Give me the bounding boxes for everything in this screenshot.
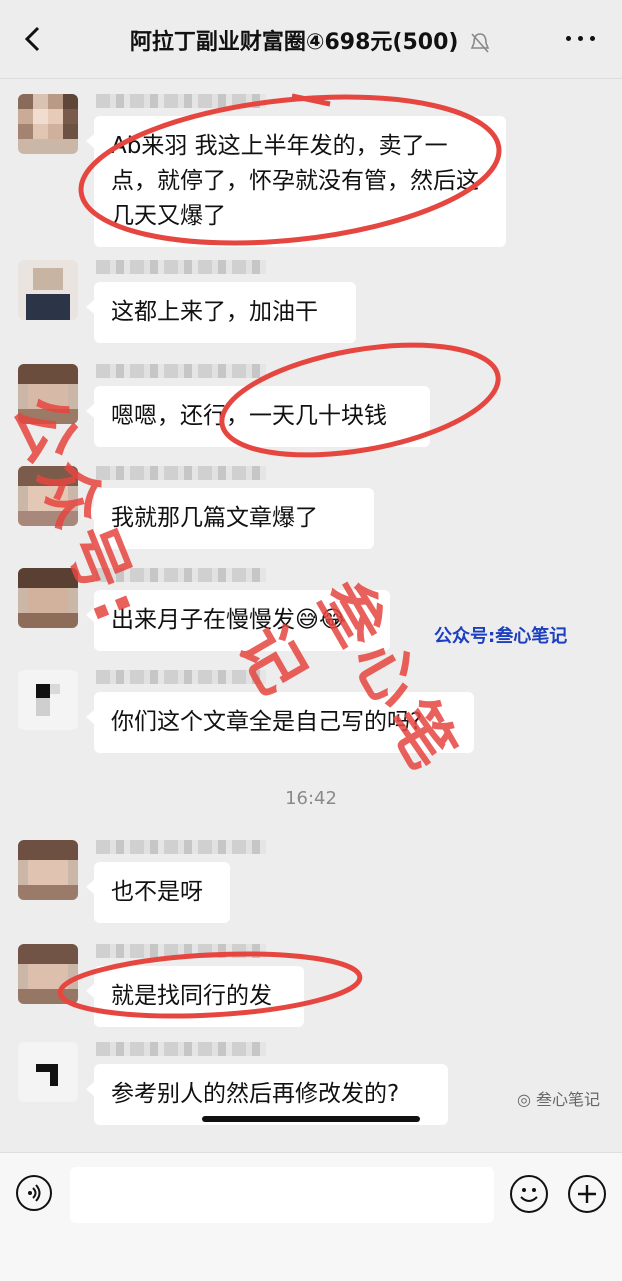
plus-icon[interactable] [568, 1175, 606, 1213]
message-input[interactable] [70, 1167, 494, 1223]
blue-watermark: 公众号:叁心笔记 [434, 626, 568, 647]
avatar[interactable] [18, 840, 78, 900]
highlight-stroke [291, 93, 331, 107]
avatar[interactable] [18, 1042, 78, 1102]
home-indicator [202, 1116, 420, 1122]
avatar[interactable] [18, 260, 78, 320]
avatar[interactable] [18, 944, 78, 1004]
sender-name [96, 944, 266, 958]
sender-name [96, 466, 266, 480]
wechat-icon: ◎ [516, 1090, 536, 1109]
message-bubble[interactable]: 这都上来了，加油干 [86, 282, 356, 343]
sender-name [96, 260, 266, 274]
sender-name [96, 364, 266, 378]
mute-bell-icon [470, 33, 490, 53]
message-bubble[interactable]: 也不是呀 [86, 862, 230, 923]
more-icon[interactable] [564, 28, 598, 48]
message-bubble[interactable]: 嗯嗯，还行，一天几十块钱 [86, 386, 430, 447]
avatar[interactable] [18, 670, 78, 730]
chat-header: 阿拉丁副业财富圈④698元(500) [0, 0, 622, 79]
footer-watermark-text: 叁心笔记 [535, 1090, 600, 1109]
sender-name [96, 1042, 266, 1056]
footer-watermark: ◎ 叁心笔记 [517, 1086, 600, 1110]
sender-name [96, 840, 266, 854]
input-bar [0, 1152, 622, 1281]
voice-icon[interactable] [16, 1175, 52, 1211]
message-bubble[interactable]: 就是找同行的发 [86, 966, 304, 1027]
back-icon[interactable] [18, 24, 48, 54]
chat-title-text: 阿拉丁副业财富圈④698元(500) [129, 30, 459, 55]
sender-name [96, 94, 266, 108]
chat-title: 阿拉丁副业财富圈④698元(500) [70, 24, 550, 56]
emoji-icon[interactable] [510, 1175, 548, 1213]
message-bubble[interactable]: Ab来羽 我这上半年发的，卖了一点，就停了，怀孕就没有管，然后这几天又爆了 [86, 116, 506, 247]
avatar[interactable] [18, 94, 78, 154]
